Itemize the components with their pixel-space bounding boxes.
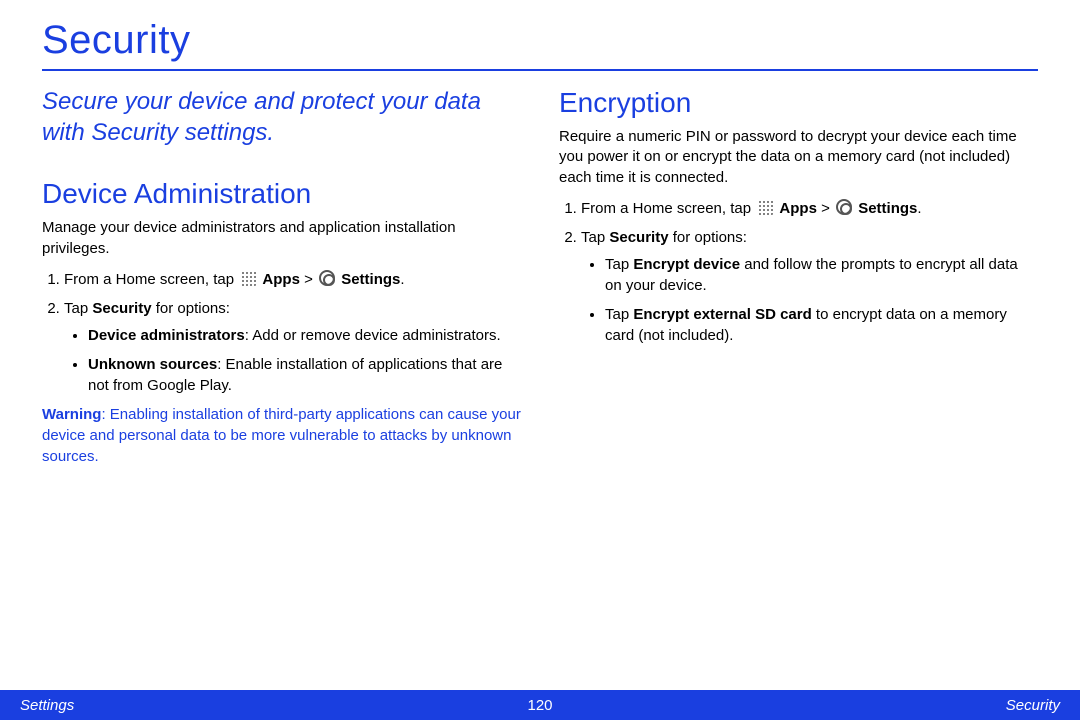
step-text: > [300,271,317,288]
step-item: Tap Security for options: Tap Encrypt de… [581,227,1038,346]
settings-label: Settings [341,271,400,288]
left-column: Secure your device and protect your data… [42,87,521,467]
right-column: Encryption Require a numeric PIN or pass… [559,87,1038,467]
step-text: . [400,271,404,288]
step-text: Tap [64,300,92,317]
security-label: Security [609,229,668,246]
apps-grid-icon [757,199,773,215]
bullet-text: Tap [605,306,633,323]
warning-label: Warning [42,406,101,423]
bullet-bold: Unknown sources [88,356,217,373]
step-item: From a Home screen, tap Apps > Settings. [64,269,521,290]
encryption-intro: Require a numeric PIN or password to dec… [559,127,1038,188]
footer-left: Settings [20,697,74,714]
apps-label: Apps [262,271,300,288]
step-text: . [917,200,921,217]
step-text: > [817,200,834,217]
apps-grid-icon [240,270,256,286]
page-title: Security [42,18,1038,63]
settings-gear-icon [319,270,335,286]
page-subtitle: Secure your device and protect your data… [42,87,521,148]
step-text: From a Home screen, tap [581,200,755,217]
bullet-bold: Encrypt external SD card [633,306,811,323]
bullet-text: : Add or remove device administrators. [245,327,501,344]
title-rule [42,69,1038,71]
footer-right: Security [1006,697,1060,714]
page-footer: Settings 120 Security [0,690,1080,720]
bullet-bold: Encrypt device [633,256,740,273]
security-label: Security [92,300,151,317]
warning-body: : Enabling installation of third-party a… [42,406,521,465]
bullet-item: Device administrators: Add or remove dev… [88,325,521,346]
step-text: for options: [669,229,747,246]
encryption-steps: From a Home screen, tap Apps > Settings.… [559,198,1038,346]
step-item: From a Home screen, tap Apps > Settings. [581,198,1038,219]
device-admin-bullets: Device administrators: Add or remove dev… [64,325,521,396]
encryption-bullets: Tap Encrypt device and follow the prompt… [581,254,1038,346]
bullet-item: Tap Encrypt device and follow the prompt… [605,254,1038,296]
bullet-bold: Device administrators [88,327,245,344]
bullet-item: Tap Encrypt external SD card to encrypt … [605,304,1038,346]
bullet-text: Tap [605,256,633,273]
settings-gear-icon [836,199,852,215]
step-item: Tap Security for options: Device adminis… [64,298,521,396]
warning-text: Warning: Enabling installation of third-… [42,404,521,467]
device-admin-intro: Manage your device administrators and ap… [42,218,521,259]
footer-page-number: 120 [527,697,552,714]
apps-label: Apps [779,200,817,217]
columns: Secure your device and protect your data… [42,87,1038,467]
bullet-item: Unknown sources: Enable installation of … [88,354,521,396]
section-encryption: Encryption [559,87,1038,119]
settings-label: Settings [858,200,917,217]
manual-page: Security Secure your device and protect … [0,0,1080,720]
device-admin-steps: From a Home screen, tap Apps > Settings.… [42,269,521,396]
step-text: From a Home screen, tap [64,271,238,288]
section-device-admin: Device Administration [42,178,521,210]
step-text: Tap [581,229,609,246]
step-text: for options: [152,300,230,317]
